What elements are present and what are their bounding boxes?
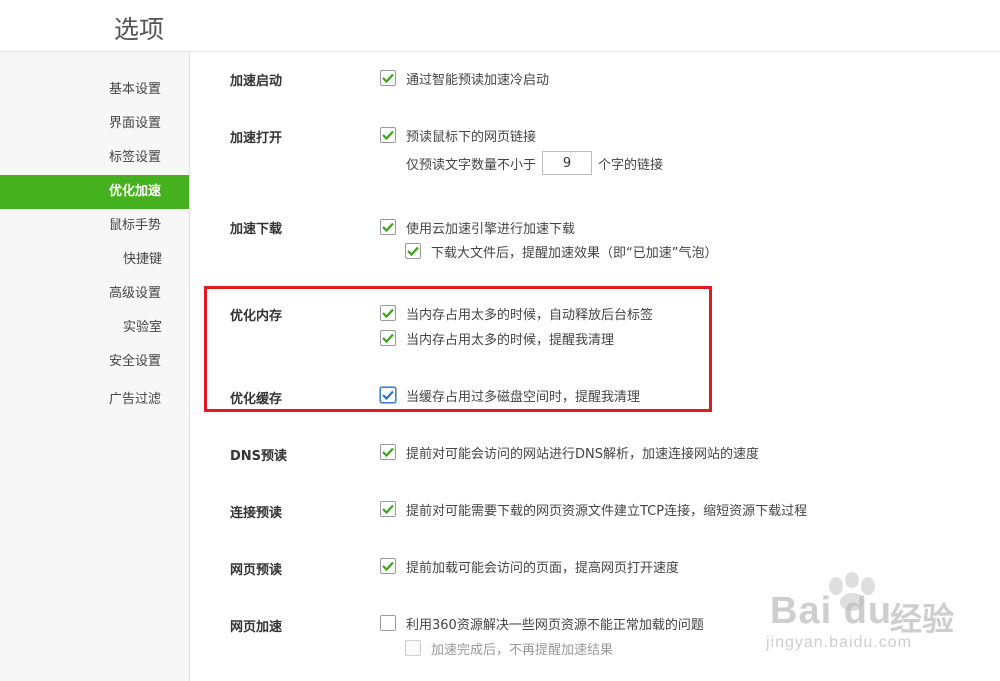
option-label: 加速完成后，不再提醒加速结果: [431, 642, 614, 658]
options-header: 选项: [0, 0, 1000, 52]
highlight-annotation-box: [204, 286, 712, 412]
page-title: 选项: [114, 15, 165, 44]
section-label-page-prefetch: 网页预读: [230, 563, 283, 578]
sidebar-item-label: 基本设置: [109, 82, 162, 97]
sidebar-item-ad-filter[interactable]: 广告过滤: [0, 383, 189, 417]
checkbox[interactable]: [380, 127, 396, 143]
min-chars-input[interactable]: [542, 151, 593, 175]
section-label-accel-open: 加速打开: [230, 131, 283, 146]
option-label: 使用云加速引擎进行加速下载: [406, 221, 576, 237]
option-download-bubble[interactable]: 下载大文件后，提醒加速效果（即“已加速”气泡）: [405, 241, 717, 261]
section-label-accel-download: 加速下载: [230, 222, 283, 237]
option-tcp-preconnect[interactable]: 提前对可能需要下载的网页资源文件建立TCP连接，缩短资源下载过程: [380, 499, 807, 519]
sidebar-item-security[interactable]: 安全设置: [0, 345, 189, 379]
sidebar-item-interface[interactable]: 界面设置: [0, 107, 189, 141]
option-prefetch-hover-links[interactable]: 预读鼠标下的网页链接: [380, 125, 536, 145]
sidebar-item-label: 广告过滤: [109, 392, 162, 407]
sidebar-item-tabs[interactable]: 标签设置: [0, 141, 189, 175]
checkbox[interactable]: [380, 558, 396, 574]
sidebar-item-label: 鼠标手势: [109, 218, 162, 233]
sidebar-item-shortcuts[interactable]: 快捷键: [0, 243, 189, 277]
sidebar: 基本设置 界面设置 标签设置 优化加速 鼠标手势 快捷键 高级设置 实验室 安全…: [0, 52, 190, 681]
option-dns-prefetch[interactable]: 提前对可能会访问的网站进行DNS解析，加速连接网站的速度: [380, 442, 759, 462]
option-cloud-download[interactable]: 使用云加速引擎进行加速下载: [380, 217, 575, 237]
sidebar-item-mouse-gestures[interactable]: 鼠标手势: [0, 209, 189, 243]
sidebar-item-label: 安全设置: [109, 354, 162, 369]
checkbox[interactable]: [380, 219, 396, 235]
option-label: 提前对可能需要下载的网页资源文件建立TCP连接，缩短资源下载过程: [406, 503, 808, 519]
sidebar-item-lab[interactable]: 实验室: [0, 311, 189, 345]
option-label: 利用360资源解决一些网页资源不能正常加载的问题: [406, 617, 704, 633]
option-label: 提前对可能会访问的网站进行DNS解析，加速连接网站的速度: [406, 446, 759, 462]
option-360-resources[interactable]: 利用360资源解决一些网页资源不能正常加载的问题: [380, 613, 704, 633]
sidebar-item-label: 实验室: [123, 320, 163, 335]
option-label: 下载大文件后，提醒加速效果（即“已加速”气泡）: [431, 245, 718, 261]
option-label: 提前加载可能会访问的页面，提高网页打开速度: [406, 560, 680, 576]
checkbox[interactable]: [380, 70, 396, 86]
checkbox[interactable]: [380, 444, 396, 460]
option-smart-prefetch[interactable]: 通过智能预读加速冷启动: [380, 68, 549, 88]
sidebar-item-advanced[interactable]: 高级设置: [0, 277, 189, 311]
section-label-page-accel: 网页加速: [230, 620, 283, 635]
option-suffix: 个字的链接: [598, 157, 664, 173]
option-page-preload[interactable]: 提前加载可能会访问的页面，提高网页打开速度: [380, 556, 679, 576]
checkbox[interactable]: [405, 640, 421, 656]
section-label-accel-start: 加速启动: [230, 74, 283, 89]
sidebar-item-label: 快捷键: [123, 252, 163, 267]
sidebar-item-label: 标签设置: [109, 150, 162, 165]
sidebar-item-optimize[interactable]: 优化加速: [0, 175, 189, 209]
option-label: 通过智能预读加速冷启动: [406, 72, 550, 88]
sidebar-item-label: 优化加速: [109, 184, 162, 199]
checkbox[interactable]: [380, 501, 396, 517]
section-label-connection-prefetch: 连接预读: [230, 506, 283, 521]
checkbox[interactable]: [380, 615, 396, 631]
checkbox[interactable]: [405, 243, 421, 259]
sidebar-item-label: 界面设置: [109, 116, 162, 131]
option-prefix: 仅预读文字数量不小于: [406, 157, 537, 173]
option-no-accel-remind[interactable]: 加速完成后，不再提醒加速结果: [405, 638, 613, 658]
sidebar-item-label: 高级设置: [109, 286, 162, 301]
sidebar-item-basic[interactable]: 基本设置: [0, 73, 189, 107]
option-label: 预读鼠标下的网页链接: [406, 129, 537, 145]
option-min-link-chars: 仅预读文字数量不小于 个字的链接: [406, 151, 663, 175]
section-label-dns-prefetch: DNS预读: [230, 449, 288, 464]
